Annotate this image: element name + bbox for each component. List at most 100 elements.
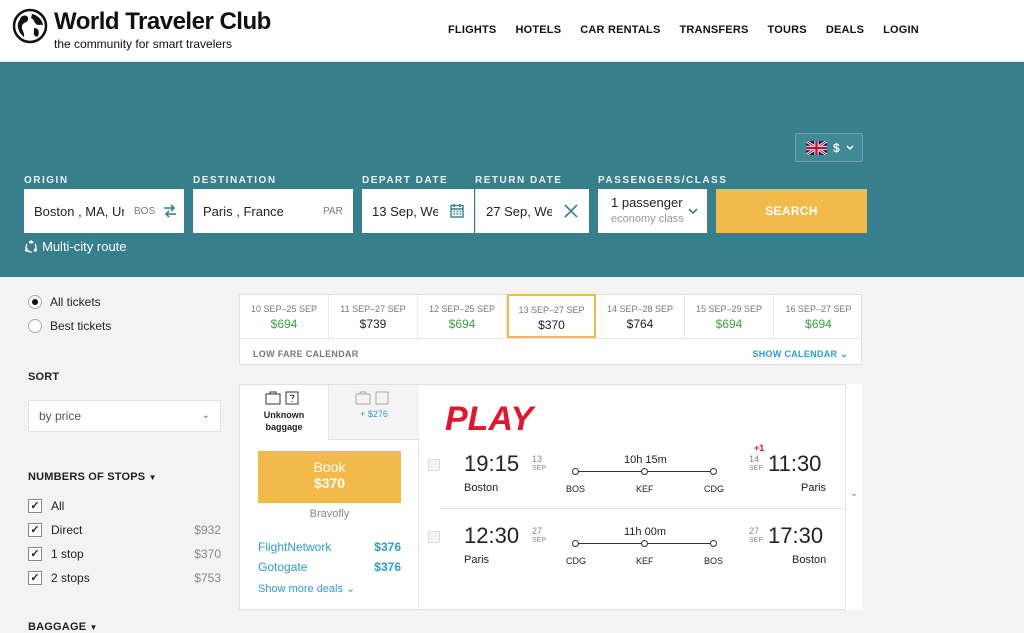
stops-heading[interactable]: NUMBERS OF STOPS ▼ bbox=[28, 471, 157, 483]
airport-code: CDG bbox=[704, 484, 724, 494]
expand-details-strip[interactable]: ⌄ bbox=[845, 384, 862, 610]
arrive-time: 17:30 bbox=[768, 523, 824, 548]
origin-value: Boston , MA, Uni bbox=[34, 203, 124, 219]
multi-city-link[interactable]: Multi-city route bbox=[24, 239, 127, 254]
flight-result-card: Unknown baggage + $276 Book $370 Bravofl… bbox=[239, 384, 862, 610]
route-stop bbox=[572, 468, 579, 475]
destination-label: DESTINATION bbox=[193, 175, 277, 186]
airport-code: KEF bbox=[636, 484, 654, 494]
baggage-icon bbox=[355, 391, 389, 405]
stops-1-price: $370 bbox=[194, 547, 221, 561]
depart-date-field[interactable]: 13 Sep, Wed bbox=[362, 189, 474, 233]
book-button[interactable]: Book $370 bbox=[258, 451, 401, 503]
low-fare-calendar-label: LOW FARE CALENDAR bbox=[253, 349, 359, 359]
segment-checkbox[interactable] bbox=[428, 531, 440, 543]
radio-best-tickets[interactable] bbox=[28, 319, 42, 333]
baggage-tab-unknown[interactable]: Unknown baggage bbox=[240, 385, 329, 440]
calendar-cell[interactable]: 10 SEP–25 SEP $694 bbox=[240, 295, 329, 338]
sort-heading: SORT bbox=[28, 371, 60, 383]
depart-time: 19:15 bbox=[464, 451, 520, 476]
depart-city: Paris bbox=[464, 554, 490, 566]
destination-field[interactable]: Paris , France PAR bbox=[193, 189, 353, 233]
nav-hotels[interactable]: HOTELS bbox=[515, 24, 561, 36]
airline-logo: PLAY bbox=[445, 401, 536, 435]
chevron-down-icon bbox=[688, 208, 698, 215]
main-nav: FLIGHTS HOTELS CAR RENTALS TRANSFERS TOU… bbox=[448, 24, 938, 36]
nav-tours[interactable]: TOURS bbox=[768, 24, 807, 36]
calendar-cell[interactable]: 16 SEP–27 SEP $694 bbox=[774, 295, 863, 338]
flight-duration: 11h 00m bbox=[624, 526, 666, 538]
destination-value: Paris , France bbox=[203, 203, 284, 219]
stops-2-label: 2 stops bbox=[51, 571, 90, 585]
brand-name: World Traveler Club bbox=[54, 8, 271, 35]
search-button[interactable]: SEARCH bbox=[716, 189, 867, 233]
passengers-value: 1 passenger bbox=[611, 195, 683, 210]
deal-row[interactable]: FlightNetwork $376 bbox=[258, 540, 401, 554]
route-stop bbox=[572, 540, 579, 547]
baggage-extra-price: + $276 bbox=[360, 409, 388, 419]
calendar-cell[interactable]: 14 SEP–28 SEP $764 bbox=[596, 295, 685, 338]
site-logo[interactable]: World Traveler Club the community for sm… bbox=[12, 6, 271, 51]
top-bar: World Traveler Club the community for sm… bbox=[0, 0, 1024, 62]
chevron-down-icon: ⌄ bbox=[850, 488, 859, 499]
class-value: economy class bbox=[611, 213, 684, 225]
plus-day-badge: +1 bbox=[754, 443, 765, 453]
calendar-cell[interactable]: 12 SEP–25 SEP $694 bbox=[418, 295, 507, 338]
calendar-footer: LOW FARE CALENDAR SHOW CALENDAR ⌄ bbox=[240, 338, 861, 365]
outbound-segment[interactable]: 19:15 13 SEP Boston 10h 15m BOS KEF CDG +… bbox=[420, 443, 845, 505]
passengers-field[interactable]: 1 passenger economy class bbox=[598, 189, 707, 233]
deal-row[interactable]: Gotogate $376 bbox=[258, 560, 401, 574]
stops-1-label: 1 stop bbox=[51, 547, 84, 561]
globe-icon bbox=[12, 8, 48, 44]
sort-select[interactable]: by price ⌄ bbox=[28, 400, 221, 432]
stops-direct-checkbox[interactable]: ✓ bbox=[28, 523, 42, 537]
depart-date: 27 SEP bbox=[532, 526, 547, 545]
route-stop bbox=[710, 540, 717, 547]
origin-field[interactable]: Boston , MA, Uni BOS bbox=[24, 189, 184, 233]
nav-flights[interactable]: FLIGHTS bbox=[448, 24, 496, 36]
arrive-city: Paris bbox=[801, 482, 827, 494]
depart-label: DEPART DATE bbox=[362, 175, 449, 186]
close-icon[interactable] bbox=[564, 204, 578, 218]
depart-value: 13 Sep, Wed bbox=[372, 203, 438, 219]
show-calendar-link[interactable]: SHOW CALENDAR ⌄ bbox=[752, 349, 848, 360]
sort-value: by price bbox=[39, 409, 82, 423]
route-stop bbox=[641, 468, 648, 475]
radio-all-tickets[interactable] bbox=[28, 295, 42, 309]
calendar-cell[interactable]: 15 SEP–29 SEP $694 bbox=[685, 295, 774, 338]
stops-2-checkbox[interactable]: ✓ bbox=[28, 571, 42, 585]
baggage-tab-extra[interactable]: + $276 bbox=[329, 385, 419, 440]
calendar-cell-selected[interactable]: 13 SEP–27 SEP $370 bbox=[507, 294, 596, 338]
calendar-cell[interactable]: 11 SEP–27 SEP $739 bbox=[329, 295, 418, 338]
agency-name: Bravofly bbox=[309, 508, 350, 520]
search-hero bbox=[0, 62, 1024, 277]
origin-code: BOS bbox=[134, 206, 156, 217]
caret-down-icon: ▼ bbox=[89, 623, 98, 632]
caret-down-icon: ▼ bbox=[148, 473, 157, 482]
currency-selector[interactable]: $ bbox=[795, 133, 863, 162]
show-more-deals-link[interactable]: Show more deals ⌄ bbox=[258, 582, 401, 595]
all-tickets-label: All tickets bbox=[50, 295, 101, 309]
nav-transfers[interactable]: TRANSFERS bbox=[679, 24, 748, 36]
airport-code: CDG bbox=[566, 556, 586, 566]
origin-label: ORIGIN bbox=[24, 175, 69, 186]
nav-login[interactable]: LOGIN bbox=[883, 24, 919, 36]
multi-city-label: Multi-city route bbox=[42, 239, 127, 254]
stops-direct-price: $932 bbox=[194, 523, 221, 537]
swap-icon[interactable] bbox=[163, 204, 177, 218]
airport-code: KEF bbox=[636, 556, 654, 566]
inbound-segment[interactable]: 12:30 27 SEP Paris 11h 00m CDG KEF BOS 27… bbox=[420, 517, 845, 577]
stops-1-checkbox[interactable]: ✓ bbox=[28, 547, 42, 561]
chevron-down-icon bbox=[846, 144, 854, 150]
nav-car-rentals[interactable]: CAR RENTALS bbox=[580, 24, 660, 36]
calendar-icon bbox=[450, 204, 464, 218]
return-date-field[interactable]: 27 Sep, Wed bbox=[475, 189, 589, 233]
currency-symbol: $ bbox=[833, 140, 840, 155]
stops-all-checkbox[interactable]: ✓ bbox=[28, 499, 42, 513]
booking-panel: Unknown baggage + $276 Book $370 Bravofl… bbox=[240, 385, 419, 609]
nav-deals[interactable]: DEALS bbox=[826, 24, 864, 36]
segment-checkbox[interactable] bbox=[428, 459, 440, 471]
baggage-heading[interactable]: BAGGAGE ▼ bbox=[28, 621, 98, 633]
arrive-date: 14 SEP bbox=[749, 454, 764, 473]
baggage-tab-label: Unknown baggage bbox=[263, 410, 305, 432]
